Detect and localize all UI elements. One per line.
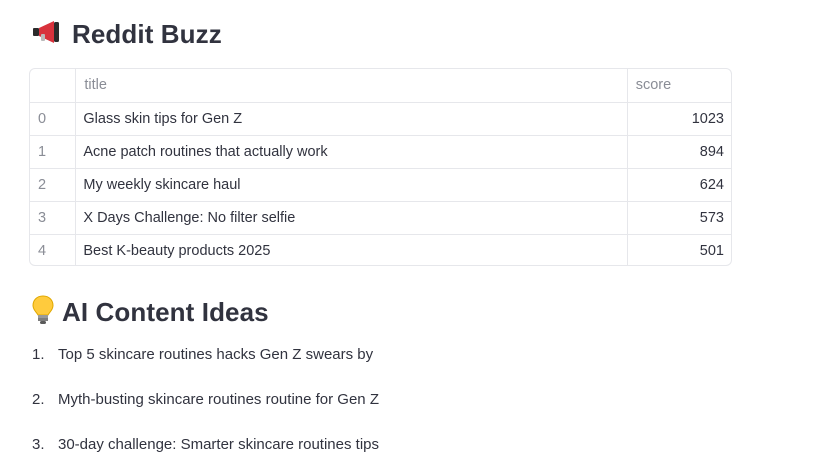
list-item-text: 30-day challenge: Smarter skincare routi… — [58, 436, 379, 453]
row-title[interactable]: My weekly skincare haul — [75, 168, 628, 202]
ai-content-ideas-title: AI Content Ideas — [62, 296, 269, 327]
table-header-row: title score — [30, 69, 731, 103]
row-score[interactable]: 1023 — [627, 102, 731, 136]
list-item: 3. 30-day challenge: Smarter skincare ro… — [32, 436, 379, 475]
row-index: 3 — [30, 201, 77, 235]
row-score[interactable]: 894 — [627, 135, 731, 169]
megaphone-icon — [32, 20, 64, 49]
row-index: 1 — [30, 135, 77, 169]
row-index: 2 — [30, 168, 77, 202]
list-item-number: 3. — [32, 436, 45, 453]
list-item: 2. Myth-busting skincare routines routin… — [32, 391, 379, 436]
row-title[interactable]: Glass skin tips for Gen Z — [75, 102, 628, 136]
table-row: 1 Acne patch routines that actually work… — [30, 135, 731, 169]
row-title[interactable]: Acne patch routines that actually work — [75, 135, 628, 169]
row-score[interactable]: 573 — [627, 201, 731, 235]
score-header[interactable]: score — [627, 69, 731, 103]
row-score[interactable]: 501 — [627, 234, 731, 265]
row-title[interactable]: X Days Challenge: No filter selfie — [75, 201, 628, 235]
title-header[interactable]: title — [75, 69, 628, 103]
row-index: 0 — [30, 102, 77, 136]
list-item-number: 1. — [32, 346, 45, 363]
row-score[interactable]: 624 — [627, 168, 731, 202]
table-row: 0 Glass skin tips for Gen Z 1023 — [30, 102, 731, 136]
list-item: 1. Top 5 skincare routines hacks Gen Z s… — [32, 346, 379, 391]
row-title[interactable]: Best K-beauty products 2025 — [75, 234, 628, 265]
list-item-number: 2. — [32, 391, 45, 408]
reddit-table: title score 0 Glass skin tips for Gen Z … — [30, 69, 731, 265]
table-row: 4 Best K-beauty products 2025 501 — [30, 234, 731, 265]
list-item-text: Myth-busting skincare routines routine f… — [58, 391, 379, 408]
ai-content-ideas-heading: AI Content Ideas — [32, 293, 269, 331]
reddit-buzz-title: Reddit Buzz — [72, 18, 222, 49]
table-row: 2 My weekly skincare haul 624 — [30, 168, 731, 202]
list-item-text: Top 5 skincare routines hacks Gen Z swea… — [58, 346, 374, 363]
index-header — [30, 69, 77, 103]
app-page: Reddit Buzz title score 0 Glass skin tip… — [0, 0, 828, 475]
reddit-dataframe[interactable]: title score 0 Glass skin tips for Gen Z … — [29, 68, 732, 266]
lightbulb-icon — [32, 294, 54, 330]
table-row: 3 X Days Challenge: No filter selfie 573 — [30, 201, 731, 235]
row-index: 4 — [30, 234, 77, 265]
ideas-list: 1. Top 5 skincare routines hacks Gen Z s… — [32, 346, 379, 475]
reddit-buzz-heading: Reddit Buzz — [32, 16, 222, 52]
